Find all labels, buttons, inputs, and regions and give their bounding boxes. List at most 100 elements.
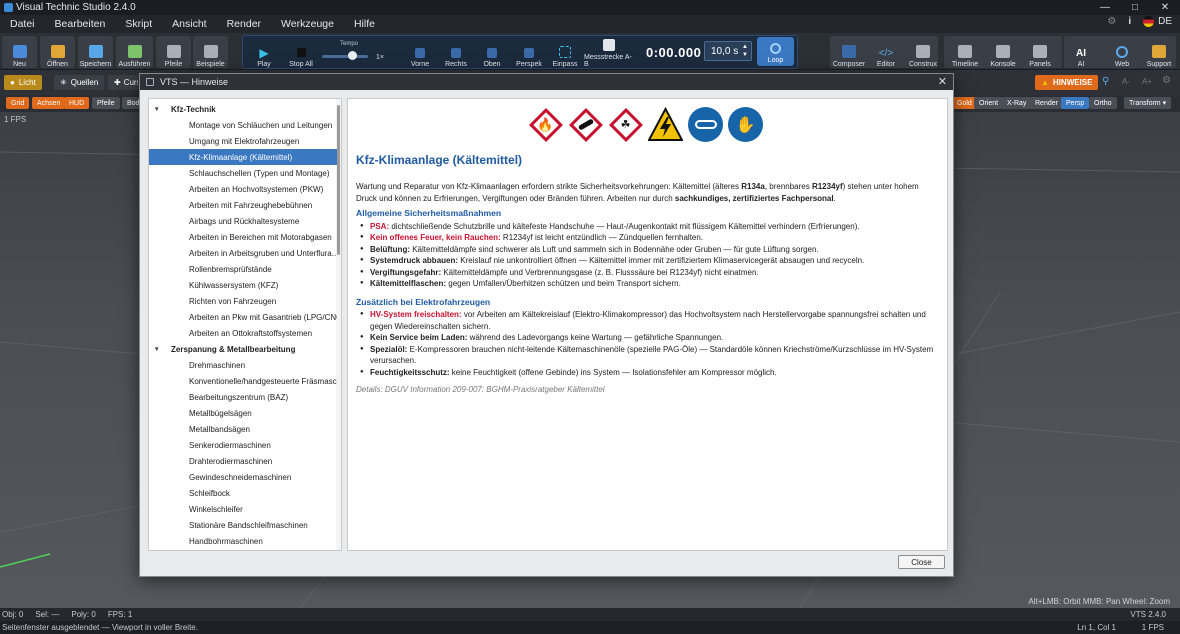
tree-item[interactable]: Airbags und Rückhaltesysteme bbox=[149, 213, 337, 229]
light-button[interactable]: ● Licht bbox=[4, 75, 42, 90]
open-button[interactable]: Öffnen bbox=[40, 36, 75, 68]
tree-item[interactable]: Richten von Fahrzeugen bbox=[149, 293, 337, 309]
examples-button[interactable]: Beispiele bbox=[193, 36, 228, 68]
grid-toggle[interactable]: Grid bbox=[6, 97, 30, 109]
web-button[interactable]: Web bbox=[1106, 36, 1138, 68]
maximize-icon[interactable]: □ bbox=[1120, 0, 1150, 15]
menu-skript[interactable]: Skript bbox=[115, 18, 162, 30]
tree-category[interactable]: ▾ Kfz-Technik bbox=[149, 101, 337, 117]
info-icon[interactable]: i bbox=[1128, 16, 1131, 27]
hud-toggle[interactable]: HUD bbox=[64, 97, 90, 109]
expand-arrow-icon[interactable]: ▾ bbox=[155, 345, 159, 353]
console-button[interactable]: Konsole bbox=[986, 36, 1020, 68]
tree-item[interactable]: Arbeiten in Bereichen mit Motorabgasen bbox=[149, 229, 337, 245]
arrows-toggle[interactable]: Pfeile bbox=[92, 97, 120, 109]
menu-hilfe[interactable]: Hilfe bbox=[344, 18, 385, 30]
dialog-close-icon[interactable]: ✕ bbox=[938, 75, 947, 88]
play-button[interactable]: ▶ Play bbox=[252, 36, 276, 68]
settings-icon[interactable]: ⚙ bbox=[1107, 16, 1116, 27]
language-label[interactable]: DE bbox=[1158, 16, 1172, 27]
arrows-button[interactable]: Pfeile bbox=[156, 36, 191, 68]
spin-icon[interactable]: ▲ ▼ bbox=[742, 43, 748, 59]
new-button[interactable]: Neu bbox=[2, 36, 37, 68]
ortho-toggle[interactable]: Ortho bbox=[1089, 97, 1117, 109]
persp-toggle[interactable]: Persp bbox=[1061, 97, 1090, 109]
font-smaller-button[interactable]: A- bbox=[1122, 77, 1130, 86]
tree-item[interactable]: Arbeiten mit Fahrzeughebebühnen bbox=[149, 197, 337, 213]
ai-button[interactable]: AI AI bbox=[1066, 36, 1096, 68]
dialog-title-bar[interactable]: VTS — Hinweise ✕ bbox=[140, 74, 953, 90]
tempo-label: Tempo bbox=[340, 41, 359, 47]
fit-button[interactable]: Einpass bbox=[551, 36, 579, 68]
cube-front-icon bbox=[415, 48, 425, 58]
view-front-button[interactable]: Vorne bbox=[406, 36, 434, 68]
orient-toggle[interactable]: Orient bbox=[974, 97, 1004, 109]
tempo-slider[interactable] bbox=[322, 55, 368, 58]
panels-button[interactable]: Panels bbox=[1023, 36, 1057, 68]
tree-item[interactable]: Drahterodiermaschinen bbox=[149, 453, 337, 469]
german-flag-icon[interactable] bbox=[1143, 16, 1155, 27]
measure-button[interactable]: Messstrecke A-B bbox=[584, 36, 634, 68]
loop-toggle[interactable]: Loop bbox=[757, 37, 794, 66]
view-right-button[interactable]: Rechts bbox=[442, 36, 470, 68]
tempo-slider-knob[interactable] bbox=[348, 51, 357, 60]
tree-item[interactable]: Schlauchschellen (Typen und Montage) bbox=[149, 165, 337, 181]
tree-scrollbar-thumb[interactable] bbox=[337, 105, 340, 255]
duration-input[interactable]: 10,0 s ▲ ▼ bbox=[704, 41, 752, 61]
tree-item[interactable]: Bearbeitungszentrum (BAZ) bbox=[149, 389, 337, 405]
tree-item[interactable]: Arbeiten an Hochvoltsystemen (PKW) bbox=[149, 181, 337, 197]
cursor-button[interactable]: ✚Curso bbox=[108, 75, 138, 90]
tree-item[interactable]: Senkerodiermaschinen bbox=[149, 437, 337, 453]
tree-item[interactable]: Handbohrmaschinen bbox=[149, 533, 337, 549]
close-button[interactable]: Close bbox=[898, 555, 945, 569]
render-toggle[interactable]: Render bbox=[1030, 97, 1063, 109]
tree-item[interactable]: Drehmaschinen bbox=[149, 357, 337, 373]
construx-button[interactable]: Construx bbox=[906, 36, 940, 68]
tree-item[interactable]: Umgang mit Elektrofahrzeugen bbox=[149, 133, 337, 149]
menu-datei[interactable]: Datei bbox=[0, 18, 45, 30]
bullet-item: HV-System freischalten: vor Arbeiten am … bbox=[356, 309, 941, 332]
content-title: Kfz-Klimaanlage (Kältemittel) bbox=[356, 153, 523, 167]
menu-ansicht[interactable]: Ansicht bbox=[162, 18, 216, 30]
tree-item-label: Drehmaschinen bbox=[189, 360, 246, 370]
axes-toggle[interactable]: Achsen bbox=[32, 97, 66, 109]
close-window-icon[interactable]: ✕ bbox=[1150, 0, 1180, 15]
tree-item[interactable]: Arbeiten in Arbeitsgruben und Unterflura… bbox=[149, 245, 337, 261]
settings-small-icon[interactable]: ⚙ bbox=[1162, 75, 1171, 86]
tree-item[interactable]: Metallbügelsägen bbox=[149, 405, 337, 421]
tree-item[interactable]: Kfz-Klimaanlage (Kältemittel) bbox=[149, 149, 337, 165]
menu-render[interactable]: Render bbox=[217, 18, 271, 30]
stop-all-button[interactable]: Stop All bbox=[288, 36, 314, 68]
timeline-button[interactable]: Timeline bbox=[946, 36, 984, 68]
expand-arrow-icon[interactable]: ▾ bbox=[155, 105, 159, 113]
tree-item[interactable]: Rollenbremsprüfstände bbox=[149, 261, 337, 277]
tree-item[interactable]: Kühlwassersystem (KFZ) bbox=[149, 277, 337, 293]
composer-button[interactable]: Composer bbox=[832, 36, 866, 68]
menu-bearbeiten[interactable]: Bearbeiten bbox=[45, 18, 116, 30]
xray-toggle[interactable]: X-Ray bbox=[1002, 97, 1032, 109]
tree-item-label: Schleifbock bbox=[189, 488, 230, 498]
font-larger-button[interactable]: A+ bbox=[1142, 77, 1152, 86]
run-button[interactable]: Ausführen bbox=[116, 36, 153, 68]
tree-item[interactable]: Schleifbock bbox=[149, 485, 337, 501]
tree-item[interactable]: Gewindeschneidemaschinen bbox=[149, 469, 337, 485]
tree-category[interactable]: ▾ Zerspanung & Metallbearbeitung bbox=[149, 341, 337, 357]
tree-item[interactable]: Montage von Schläuchen und Leitungen bbox=[149, 117, 337, 133]
menu-werkzeuge[interactable]: Werkzeuge bbox=[271, 18, 344, 30]
save-button[interactable]: Speichern bbox=[78, 36, 113, 68]
transform-dropdown[interactable]: Transform ▾ bbox=[1124, 97, 1172, 109]
tree-item[interactable]: Metallbandsägen bbox=[149, 421, 337, 437]
tree-item[interactable]: Stationäre Bandschleifmaschinen bbox=[149, 517, 337, 533]
view-top-button[interactable]: Oben bbox=[478, 36, 506, 68]
sources-button[interactable]: ✳ Quellen bbox=[54, 75, 105, 90]
tree-item[interactable]: Konventionelle/handgesteuerte Fräsmasc..… bbox=[149, 373, 337, 389]
search-icon[interactable]: ⚲ bbox=[1102, 76, 1109, 87]
tree-item[interactable]: Winkelschleifer bbox=[149, 501, 337, 517]
minimize-icon[interactable]: — bbox=[1090, 0, 1120, 15]
tree-item[interactable]: Arbeiten an Ottokraftstoffsystemen bbox=[149, 325, 337, 341]
hinweise-button[interactable]: ▲ HINWEISE bbox=[1035, 75, 1099, 90]
support-button[interactable]: Support bbox=[1142, 36, 1176, 68]
view-persp-button[interactable]: Perspek bbox=[514, 36, 544, 68]
tree-item[interactable]: Arbeiten an Pkw mit Gasantrieb (LPG/CNG) bbox=[149, 309, 337, 325]
editor-button[interactable]: </> Editor bbox=[869, 36, 903, 68]
